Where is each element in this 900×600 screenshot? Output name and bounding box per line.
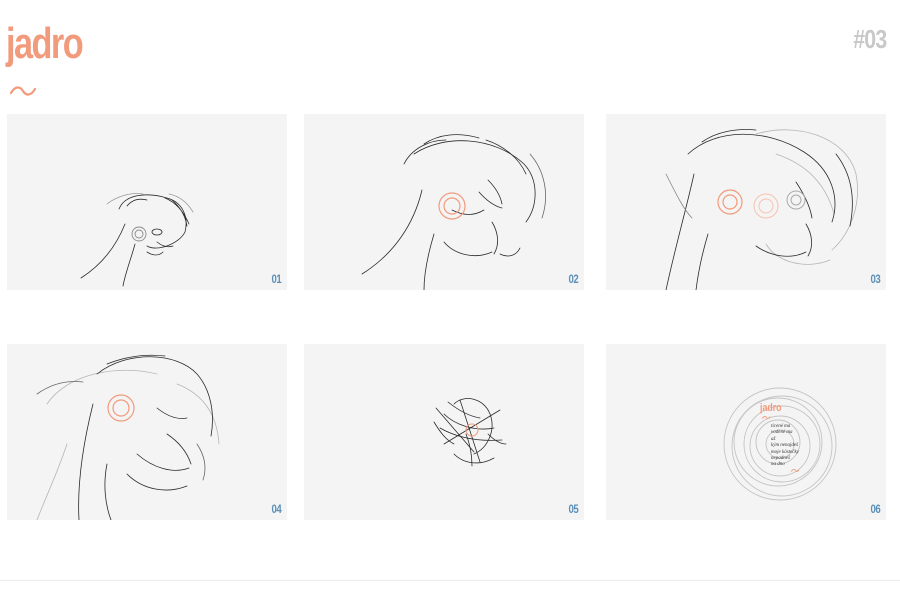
frame-number: 04 <box>271 502 281 516</box>
storyboard-frame-05: 05 <box>304 344 584 520</box>
brand-title: jadro <box>6 19 84 68</box>
sketch-illustration <box>361 134 546 290</box>
sketch-illustration <box>665 129 858 290</box>
sketch-illustration <box>80 193 194 287</box>
sketch-illustration <box>433 398 507 467</box>
storyboard-frame-06: jadro ticené ma vodené ma až kým nenajde… <box>606 344 886 520</box>
frame-number: 01 <box>271 272 281 286</box>
poem-line: kým nenajdeš <box>771 443 799 449</box>
tilde-icon <box>9 86 37 96</box>
frame-number: 03 <box>870 272 880 286</box>
frame-number: 02 <box>568 272 578 286</box>
bottom-divider <box>0 580 900 581</box>
storyboard-frame-01: 01 <box>7 114 287 290</box>
frame-number: 06 <box>870 502 880 516</box>
sketch-illustration <box>723 387 837 501</box>
storyboard-frame-04: 04 <box>7 344 287 520</box>
frame-number: 05 <box>568 502 578 516</box>
storyboard-frame-02: 02 <box>304 114 584 290</box>
poem-text: ticené ma vodené ma až kým nenajdeš moje… <box>771 424 799 469</box>
storyboard-frame-03: 03 <box>606 114 886 290</box>
tilde-icon <box>790 469 800 472</box>
poem-title: jadro <box>760 402 782 414</box>
page-number: #03 <box>852 24 887 54</box>
sketch-illustration <box>36 354 220 520</box>
tilde-icon <box>761 416 771 419</box>
